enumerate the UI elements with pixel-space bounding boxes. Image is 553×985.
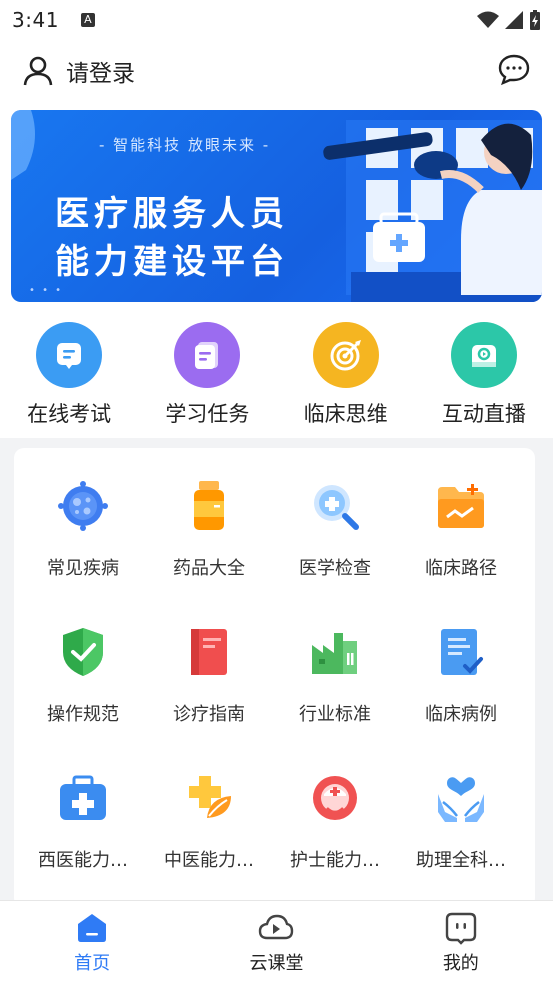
grid-item-western-medicine[interactable]: 西医能力… [20,768,146,890]
app-header: 请登录 [0,40,553,102]
grid-label: 中医能力… [164,850,254,871]
banner-title-line1: 医疗服务人员 [55,194,289,234]
status-bar: 3:41 A [0,0,553,40]
folder-icon [431,476,491,536]
exam-icon [36,322,103,388]
login-label: 请登录 [66,61,135,87]
grid-item-chinese-medicine[interactable]: 中医能力… [146,768,272,890]
banner-carousel[interactable]: - 智能科技 放眼未来 - 医疗服务人员 能力建设平台 • • • [11,110,542,302]
signal-icon [505,11,523,29]
message-button[interactable] [497,52,531,90]
wifi-icon [477,11,499,28]
banner-title-line2: 能力建设平台 [55,242,289,282]
herb-icon [179,768,239,828]
home-icon [78,914,107,942]
medicine-bottle-icon [179,476,239,536]
factory-icon [305,622,365,682]
grid-label: 西医能力… [38,850,128,871]
magnifier-icon [305,476,365,536]
banner-indicator: • • • [29,285,64,296]
feature-grid: 常见疾病 药品大全 医学检查 临床路径 操作规范 诊疗指南 行业标准 临床病例 … [14,448,535,890]
grid-item-clinical-cases[interactable]: 临床病例 [398,622,524,744]
live-icon [450,322,517,388]
quick-menu: 在线考试 学习任务 临床思维 互动直播 [0,312,553,438]
status-icons [477,10,541,30]
nav-profile[interactable]: 我的 [401,911,521,985]
nav-home[interactable]: 首页 [32,911,152,985]
grid-item-common-diseases[interactable]: 常见疾病 [20,476,146,598]
grid-item-treatment-guide[interactable]: 诊疗指南 [146,622,272,744]
guide-book-icon [179,622,239,682]
notification-a-icon: A [80,13,95,27]
nav-label: 首页 [74,953,111,974]
bottom-nav: 首页 云课堂 我的 [0,900,553,985]
grid-label: 医学检查 [299,558,371,579]
grid-item-medicine[interactable]: 药品大全 [146,476,272,598]
grid-label: 临床路径 [425,558,497,579]
grid-item-assistant-gp[interactable]: 助理全科… [398,768,524,890]
battery-charging-icon [530,10,540,30]
quick-label: 临床思维 [303,402,388,426]
quick-item-study-task[interactable]: 学习任务 [147,322,267,438]
shield-check-icon [53,622,113,682]
nurse-icon [305,768,365,828]
feature-card: 常见疾病 药品大全 医学检查 临床路径 操作规范 诊疗指南 行业标准 临床病例 … [14,448,535,908]
virus-icon [53,476,113,536]
nav-label: 云课堂 [249,953,304,974]
document-check-icon [431,622,491,682]
grid-label: 助理全科… [416,850,506,871]
quick-label: 互动直播 [441,402,526,426]
quick-item-clinical-thinking[interactable]: 临床思维 [286,322,406,438]
grid-item-industry-standard[interactable]: 行业标准 [272,622,398,744]
grid-label: 行业标准 [299,704,371,725]
profile-face-icon [445,912,477,945]
nav-label: 我的 [442,953,479,974]
quick-label: 学习任务 [165,402,250,426]
grid-label: 操作规范 [47,704,119,725]
nav-cloud-class[interactable]: 云课堂 [216,911,336,985]
medical-kit-icon [53,768,113,828]
quick-item-online-exam[interactable]: 在线考试 [9,322,129,438]
task-icon [174,322,241,388]
grid-label: 临床病例 [425,704,497,725]
login-button[interactable]: 请登录 [22,54,135,88]
user-icon [23,56,53,86]
grid-label: 诊疗指南 [173,704,245,725]
grid-item-medical-exam[interactable]: 医学检查 [272,476,398,598]
grid-label: 护士能力… [290,850,380,871]
grid-item-clinical-path[interactable]: 临床路径 [398,476,524,598]
banner-slogan: - 智能科技 放眼未来 - [99,136,271,154]
grid-item-operation-standard[interactable]: 操作规范 [20,622,146,744]
quick-label: 在线考试 [27,402,112,426]
grid-label: 常见疾病 [47,558,119,579]
grid-item-nurse[interactable]: 护士能力… [272,768,398,890]
status-time: 3:41 [12,8,59,32]
cloud-play-icon [259,914,294,940]
quick-item-live[interactable]: 互动直播 [424,322,544,438]
target-icon [312,322,379,388]
care-hands-icon [431,768,491,828]
grid-label: 药品大全 [173,558,245,579]
chat-icon [498,54,530,86]
banner-section: - 智能科技 放眼未来 - 医疗服务人员 能力建设平台 • • • [0,102,553,312]
